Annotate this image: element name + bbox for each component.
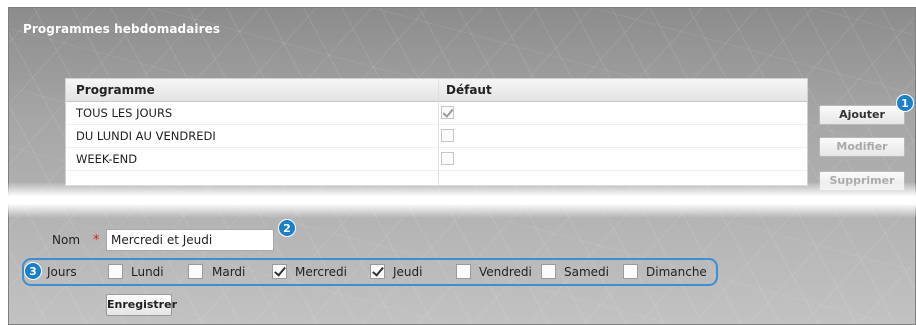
checkbox[interactable] [370,264,385,279]
checkbox[interactable] [456,264,471,279]
program-name: DU LUNDI AU VENDREDI [76,129,216,143]
day-label: Mardi [212,265,246,279]
table-row[interactable]: TOUS LES JOURS [66,102,807,125]
checkbox[interactable] [108,264,123,279]
panel-title: Programmes hebdomadaires [23,22,221,36]
day-checkbox-lundi[interactable]: Lundi [108,264,164,279]
torn-separator [0,182,916,218]
callout-badge-1: 1 [896,94,914,112]
header-programme[interactable]: Programme [76,83,155,97]
day-checkbox-dimanche[interactable]: Dimanche [623,264,707,279]
day-checkbox-samedi[interactable]: Samedi [541,264,609,279]
default-checkbox[interactable] [441,129,454,142]
required-mark: * [93,233,100,248]
checkbox[interactable] [623,264,638,279]
table-row[interactable]: WEEK-END [66,148,807,171]
day-checkbox-vendredi[interactable]: Vendredi [456,264,532,279]
program-name: WEEK-END [76,152,138,166]
checkbox[interactable] [541,264,556,279]
programs-table: Programme Défaut TOUS LES JOURS DU LUNDI… [65,78,808,186]
callout-badge-2: 2 [278,219,296,237]
day-label: Mercredi [295,265,348,279]
add-button[interactable]: Ajouter [819,105,905,125]
callout-badge-3: 3 [24,262,42,280]
day-checkbox-jeudi[interactable]: Jeudi [370,264,422,279]
default-checkbox[interactable] [441,152,454,165]
save-button[interactable]: Enregistrer [106,294,177,316]
day-label: Lundi [131,265,164,279]
days-label: Jours [47,265,77,279]
header-default[interactable]: Défaut [446,83,492,97]
day-label: Samedi [564,265,609,279]
checkbox[interactable] [272,264,287,279]
program-name: TOUS LES JOURS [76,106,173,120]
checkbox[interactable] [188,264,203,279]
name-label: Nom [52,233,81,247]
day-checkbox-mercredi[interactable]: Mercredi [272,264,347,279]
edit-button[interactable]: Modifier [819,137,905,157]
table-row[interactable]: DU LUNDI AU VENDREDI [66,125,807,148]
name-input[interactable]: Mercredi et Jeudi [106,229,274,251]
day-label: Vendredi [479,265,532,279]
day-checkbox-mardi[interactable]: Mardi [188,264,245,279]
table-header: Programme Défaut [66,79,807,102]
day-label: Dimanche [646,265,707,279]
day-label: Jeudi [393,265,423,279]
default-checkbox[interactable] [441,106,454,119]
